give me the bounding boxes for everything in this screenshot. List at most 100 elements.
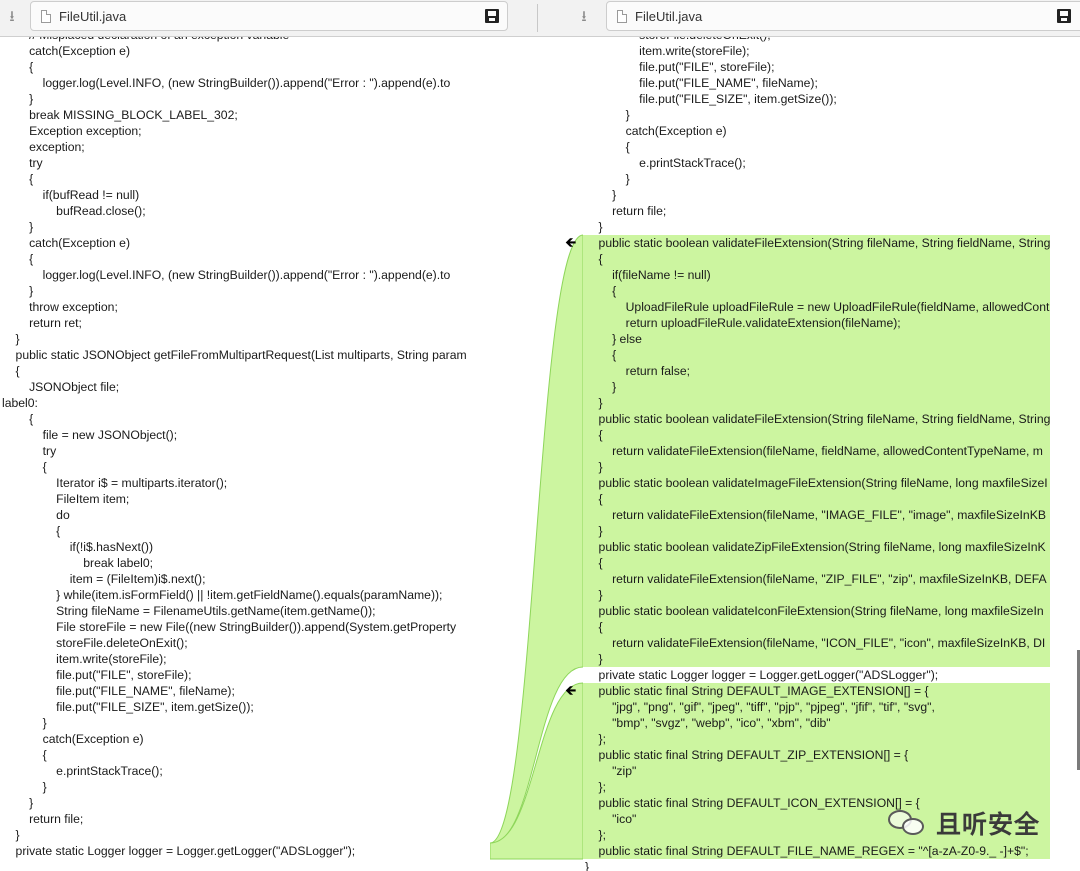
diff-connector [490,234,583,860]
code-line: { [583,619,1051,635]
code-line: } [585,188,617,202]
code-line: return validateFileExtension(fileName, "… [583,635,1051,651]
code-line: public static final String DEFAULT_ZIP_E… [583,747,1051,763]
code-line: } [583,587,1051,603]
code-line: item.write(storeFile); [585,44,750,58]
code-line: file.put("FILE", storeFile); [585,60,775,74]
code-line: exception; [2,140,85,154]
save-icon[interactable] [485,9,499,23]
code-line: } [583,379,1051,395]
code-line: private static Logger logger = Logger.ge… [585,668,939,682]
file-icon [41,10,51,23]
code-line: file.put("FILE_NAME", fileName); [585,76,818,90]
code-line: } [2,780,47,794]
code-line: public static boolean validateImageFileE… [583,475,1051,491]
code-line: if(bufRead != null) [2,188,140,202]
code-line: try [2,444,57,458]
code-line: e.printStackTrace(); [2,764,163,778]
code-line: file.put("FILE", storeFile); [2,668,192,682]
tab-bar: ⭳ FileUtil.java ⭳ FileUtil.java [0,0,1080,37]
code-line: { [583,251,1051,267]
download-icon[interactable]: ⭳ [0,0,24,36]
code-line: Exception exception; [2,124,142,138]
code-line: label0: [2,396,38,410]
code-line: if(fileName != null) [583,267,1051,283]
code-line: break label0; [2,556,154,570]
file-icon [617,10,627,23]
code-line: } [583,651,1051,667]
tab-divider [537,4,538,32]
code-line: } [585,172,630,186]
code-line: FileItem item; [2,492,130,506]
tab-left-title: FileUtil.java [59,9,127,24]
code-line: public static boolean validateFileExtens… [583,235,1051,251]
code-line: } else [583,331,1051,347]
code-line: } [2,220,34,234]
code-line: storeFile.deleteOnExit(); [2,636,188,650]
code-line: } [2,716,47,730]
code-line: return ret; [2,316,82,330]
code-line: e.printStackTrace(); [585,156,746,170]
code-line: } [2,284,34,298]
code-line: public static JSONObject getFileFromMult… [2,348,467,362]
code-line: do [2,508,70,522]
code-line: }; [583,779,1051,795]
code-line: throw exception; [2,300,118,314]
left-code-pane[interactable]: // Misplaced declaration of an exception… [0,37,490,871]
code-line: private static Logger logger = Logger.ge… [2,844,356,858]
code-line: try [2,156,43,170]
diff-gutter: 🡸 🡸 [490,37,583,871]
code-line: public static boolean validateIconFileEx… [583,603,1051,619]
code-line: public static boolean validateFileExtens… [583,411,1051,427]
code-line: catch(Exception e) [2,44,131,58]
code-line: catch(Exception e) [585,124,727,138]
code-line: return false; [583,363,1051,379]
code-line: UploadFileRule uploadFileRule = new Uplo… [583,299,1051,315]
code-line: } [2,332,20,346]
code-line: item = (FileItem)i$.next(); [2,572,206,586]
code-line: } [2,92,34,106]
code-line: "jpg", "png", "gif", "jpeg", "tiff", "pj… [583,699,1051,715]
code-line: logger.log(Level.INFO, (new StringBuilde… [2,76,451,90]
code-line: } [585,108,630,122]
code-line: } [2,796,34,810]
code-line: } [585,860,590,871]
code-line: String fileName = FilenameUtils.getName(… [2,604,376,618]
save-icon[interactable] [1057,9,1071,23]
code-line: public static final String DEFAULT_IMAGE… [583,683,1051,699]
code-line: JSONObject file; [2,380,120,394]
code-line: { [583,347,1051,363]
code-line: { [2,748,47,762]
code-line: return validateFileExtension(fileName, "… [583,507,1051,523]
left-arrow-icon[interactable]: 🡸 [565,234,576,250]
code-line: { [2,60,34,74]
code-line: } [583,523,1051,539]
code-line: bufRead.close(); [2,204,146,218]
right-code-pane[interactable]: storeFile.deleteOnExit(); item.write(sto… [583,37,1080,871]
tab-right-file[interactable]: FileUtil.java [606,1,1080,31]
code-line: } [585,220,603,234]
code-line: "zip" [583,763,1051,779]
code-line: file = new JSONObject(); [2,428,178,442]
code-line: return validateFileExtension(fileName, f… [583,443,1051,459]
code-line: } [2,828,20,842]
wechat-icon [888,808,928,838]
code-line: { [583,283,1051,299]
right-code-lines: storeFile.deleteOnExit(); item.write(sto… [583,37,1051,871]
code-line: { [2,412,34,426]
code-line: file.put("FILE_SIZE", item.getSize()); [585,92,837,106]
code-line: { [585,140,630,154]
left-arrow-icon[interactable]: 🡸 [565,682,576,698]
code-line: catch(Exception e) [2,236,131,250]
download-icon[interactable]: ⭳ [572,0,596,36]
code-line: file.put("FILE_NAME", fileName); [2,684,235,698]
code-line: { [2,172,34,186]
code-line: { [583,491,1051,507]
code-line: return validateFileExtension(fileName, "… [583,571,1051,587]
code-line: logger.log(Level.INFO, (new StringBuilde… [2,268,451,282]
code-line: { [583,427,1051,443]
tab-right-title: FileUtil.java [635,9,703,24]
code-line: } [583,459,1051,475]
watermark-text: 且听安全 [936,810,1041,839]
tab-left-file[interactable]: FileUtil.java [30,1,508,31]
